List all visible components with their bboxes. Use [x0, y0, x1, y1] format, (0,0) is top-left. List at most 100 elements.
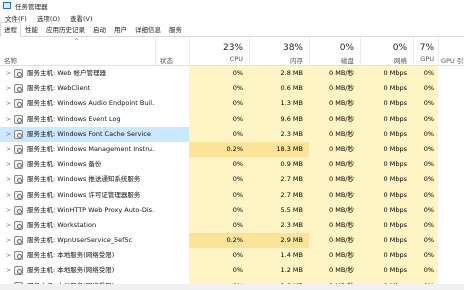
expand-chevron-icon[interactable]: > — [6, 237, 11, 244]
network-cell: 0 Mbps — [360, 96, 413, 112]
status-cell — [155, 218, 189, 233]
column-network-label: 网络 — [394, 57, 407, 65]
sort-ascending-icon: ^ — [74, 38, 80, 45]
expand-chevron-icon[interactable]: > — [6, 267, 11, 274]
process-name-cell: > 服务主机: Windows 许可证管理器服务 — [0, 188, 155, 203]
process-name-cell: > 服务主机: 本地服务(网络受限) — [0, 248, 155, 263]
process-name-cell: > 服务主机: WebClient — [0, 81, 155, 96]
disk-cell: 0 MB/秒 — [309, 217, 360, 234]
tab-users[interactable]: 用户 — [110, 22, 131, 36]
network-cell: 0 Mbps — [360, 202, 413, 218]
process-row[interactable]: > 服务主机: 本地服务(网络受限) 0% 1.2 MB 0 MB/秒 0 Mbps 0% — [0, 263, 464, 279]
process-row[interactable]: > 服务主机: Windows 推送通知系统服务 0% 2.7 MB 0 MB/秒 0 M… — [0, 172, 464, 188]
status-cell — [155, 126, 189, 142]
process-row[interactable]: > 服务主机: WebClient 0% 0.6 MB 0 MB/秒 0 Mbps 0% — [0, 81, 464, 97]
gpu-cell: 0% — [413, 81, 438, 97]
tab-services[interactable]: 服务 — [165, 22, 186, 36]
column-network[interactable]: 0% 网络 — [360, 37, 413, 66]
expand-chevron-icon[interactable]: > — [6, 207, 11, 214]
network-cell: 0 Mbps — [360, 263, 413, 279]
column-name-label: 名称 — [4, 57, 17, 65]
network-cell: 0 Mbps — [360, 81, 413, 97]
expand-chevron-icon[interactable]: > — [6, 222, 11, 229]
process-row[interactable]: > 服务主机: Windows Management Instru... 0.2% 1… — [0, 141, 464, 158]
process-name: 服务主机: 本地服务(网络受限) — [27, 266, 115, 275]
memory-cell: 2.3 MB — [249, 217, 309, 234]
expand-chevron-icon[interactable]: > — [6, 192, 11, 199]
expand-chevron-icon[interactable]: > — [6, 100, 11, 107]
gpu-total: 7% — [419, 43, 434, 53]
process-row[interactable]: > 服务主机: Web 帐户管理器 0% 2.8 MB 0 MB/秒 0 Mbps 0% — [0, 66, 464, 82]
tab-app-history[interactable]: 应用历史记录 — [42, 22, 89, 36]
expand-chevron-icon[interactable]: > — [6, 116, 11, 123]
process-row[interactable]: > 服务主机: Windows 备份 0% 0.9 MB 0 MB/秒 0 Mbps 0% — [0, 157, 464, 173]
process-name-cell: > 服务主机: Windows 推送通知系统服务 — [0, 172, 155, 187]
status-cell — [155, 142, 189, 157]
process-row[interactable]: > 服务主机: WinHTTP Web Proxy Auto-Dis... 0% 5.… — [0, 202, 464, 218]
memory-cell: 2.3 MB — [249, 126, 309, 142]
expand-chevron-icon[interactable]: > — [6, 131, 11, 138]
process-name-cell: > 服务主机: Workstation — [0, 218, 155, 233]
process-row[interactable]: > 服务主机: Windows 许可证管理器服务 0% 2.7 MB 0 MB/秒 0 M… — [0, 187, 464, 203]
cpu-cell: 0% — [189, 248, 249, 264]
process-list: > 服务主机: Web 帐户管理器 0% 2.8 MB 0 MB/秒 0 Mbps 0% > 服… — [0, 66, 464, 290]
expand-chevron-icon[interactable]: > — [6, 161, 11, 168]
cpu-cell: 0% — [189, 172, 249, 188]
gpu-cell: 0% — [413, 172, 438, 188]
column-gpu[interactable]: 7% GPU — [413, 37, 438, 66]
column-gpu-label: GPU — [420, 55, 434, 63]
memory-cell: 0.6 MB — [249, 81, 309, 97]
network-cell: 0 Mbps — [360, 217, 413, 234]
service-host-icon — [14, 205, 23, 215]
status-cell — [155, 172, 189, 187]
column-gpu-engine[interactable]: GPU 引擎 — [438, 37, 464, 66]
network-cell: 0 Mbps — [360, 233, 413, 249]
service-host-icon — [14, 129, 23, 139]
column-cpu[interactable]: 23% CPU — [189, 37, 249, 66]
menu-file[interactable]: 文件(F) — [0, 13, 32, 23]
process-name: 服务主机: Workstation — [27, 220, 97, 229]
memory-cell: 0.9 MB — [249, 157, 309, 173]
column-name[interactable]: ^ 名称 — [0, 37, 155, 66]
memory-cell: 1.4 MB — [249, 248, 309, 264]
gpu-engine-cell — [438, 142, 464, 157]
column-cpu-label: CPU — [229, 55, 243, 63]
expand-chevron-icon[interactable]: > — [6, 85, 11, 92]
tab-processes[interactable]: 进程 — [0, 22, 21, 37]
process-row[interactable]: > 服务主机: Windows Font Cache Service 0% 2.3 M… — [0, 126, 464, 142]
cpu-cell: 0% — [189, 81, 249, 97]
gpu-cell: 0% — [413, 187, 438, 203]
expand-chevron-icon[interactable]: > — [6, 252, 11, 259]
column-status[interactable]: 状态 — [155, 37, 189, 66]
menu-options[interactable]: 选项(O) — [32, 13, 65, 23]
process-name: 服务主机: WebClient — [27, 84, 91, 93]
expand-chevron-icon[interactable]: > — [6, 146, 11, 153]
menu-view[interactable]: 查看(V) — [65, 13, 98, 23]
process-row[interactable]: > 服务主机: Windows Event Log 0% 9.6 MB 0 MB/秒 0 … — [0, 111, 464, 127]
column-memory[interactable]: 38% 内存 — [249, 37, 309, 66]
cpu-cell: 0.2% — [189, 141, 249, 158]
gpu-cell: 0% — [413, 202, 438, 218]
memory-cell: 1.2 MB — [249, 263, 309, 279]
process-name-cell: > 服务主机: Windows Font Cache Service — [0, 126, 155, 142]
process-name-cell: > 服务主机: WinHTTP Web Proxy Auto-Dis... — [0, 203, 155, 218]
tab-performance[interactable]: 性能 — [21, 22, 42, 36]
process-row[interactable]: > 服务主机: Windows Audio Endpoint Buil... 0% 1… — [0, 96, 464, 112]
disk-cell: 0 MB/秒 — [309, 66, 360, 82]
gpu-engine-cell — [438, 233, 464, 248]
tab-details[interactable]: 详细信息 — [131, 22, 165, 36]
process-row[interactable]: > 服务主机: Workstation 0% 2.3 MB 0 MB/秒 0 Mbps 0% — [0, 217, 464, 234]
memory-cell: 2.7 MB — [249, 172, 309, 188]
disk-cell: 0 MB/秒 — [309, 81, 360, 97]
expand-chevron-icon[interactable]: > — [6, 176, 11, 183]
service-host-icon — [14, 84, 23, 94]
status-cell — [155, 66, 189, 81]
column-disk[interactable]: 0% 磁盘 — [309, 37, 360, 66]
process-row[interactable]: > 服务主机: WpnUserService_5ef5c 0.2% 2.9 MB 0 M… — [0, 233, 464, 249]
expand-chevron-icon[interactable]: > — [6, 70, 11, 77]
horizontal-scrollbar[interactable] — [0, 284, 464, 290]
process-row[interactable]: > 服务主机: 本地服务(网络受限) 0% 1.4 MB 0 MB/秒 0 Mbps 0% — [0, 248, 464, 264]
cpu-cell: 0.2% — [189, 233, 249, 249]
tab-startup[interactable]: 启动 — [89, 22, 110, 36]
process-name-cell: > 服务主机: 本地服务(网络受限) — [0, 263, 155, 278]
